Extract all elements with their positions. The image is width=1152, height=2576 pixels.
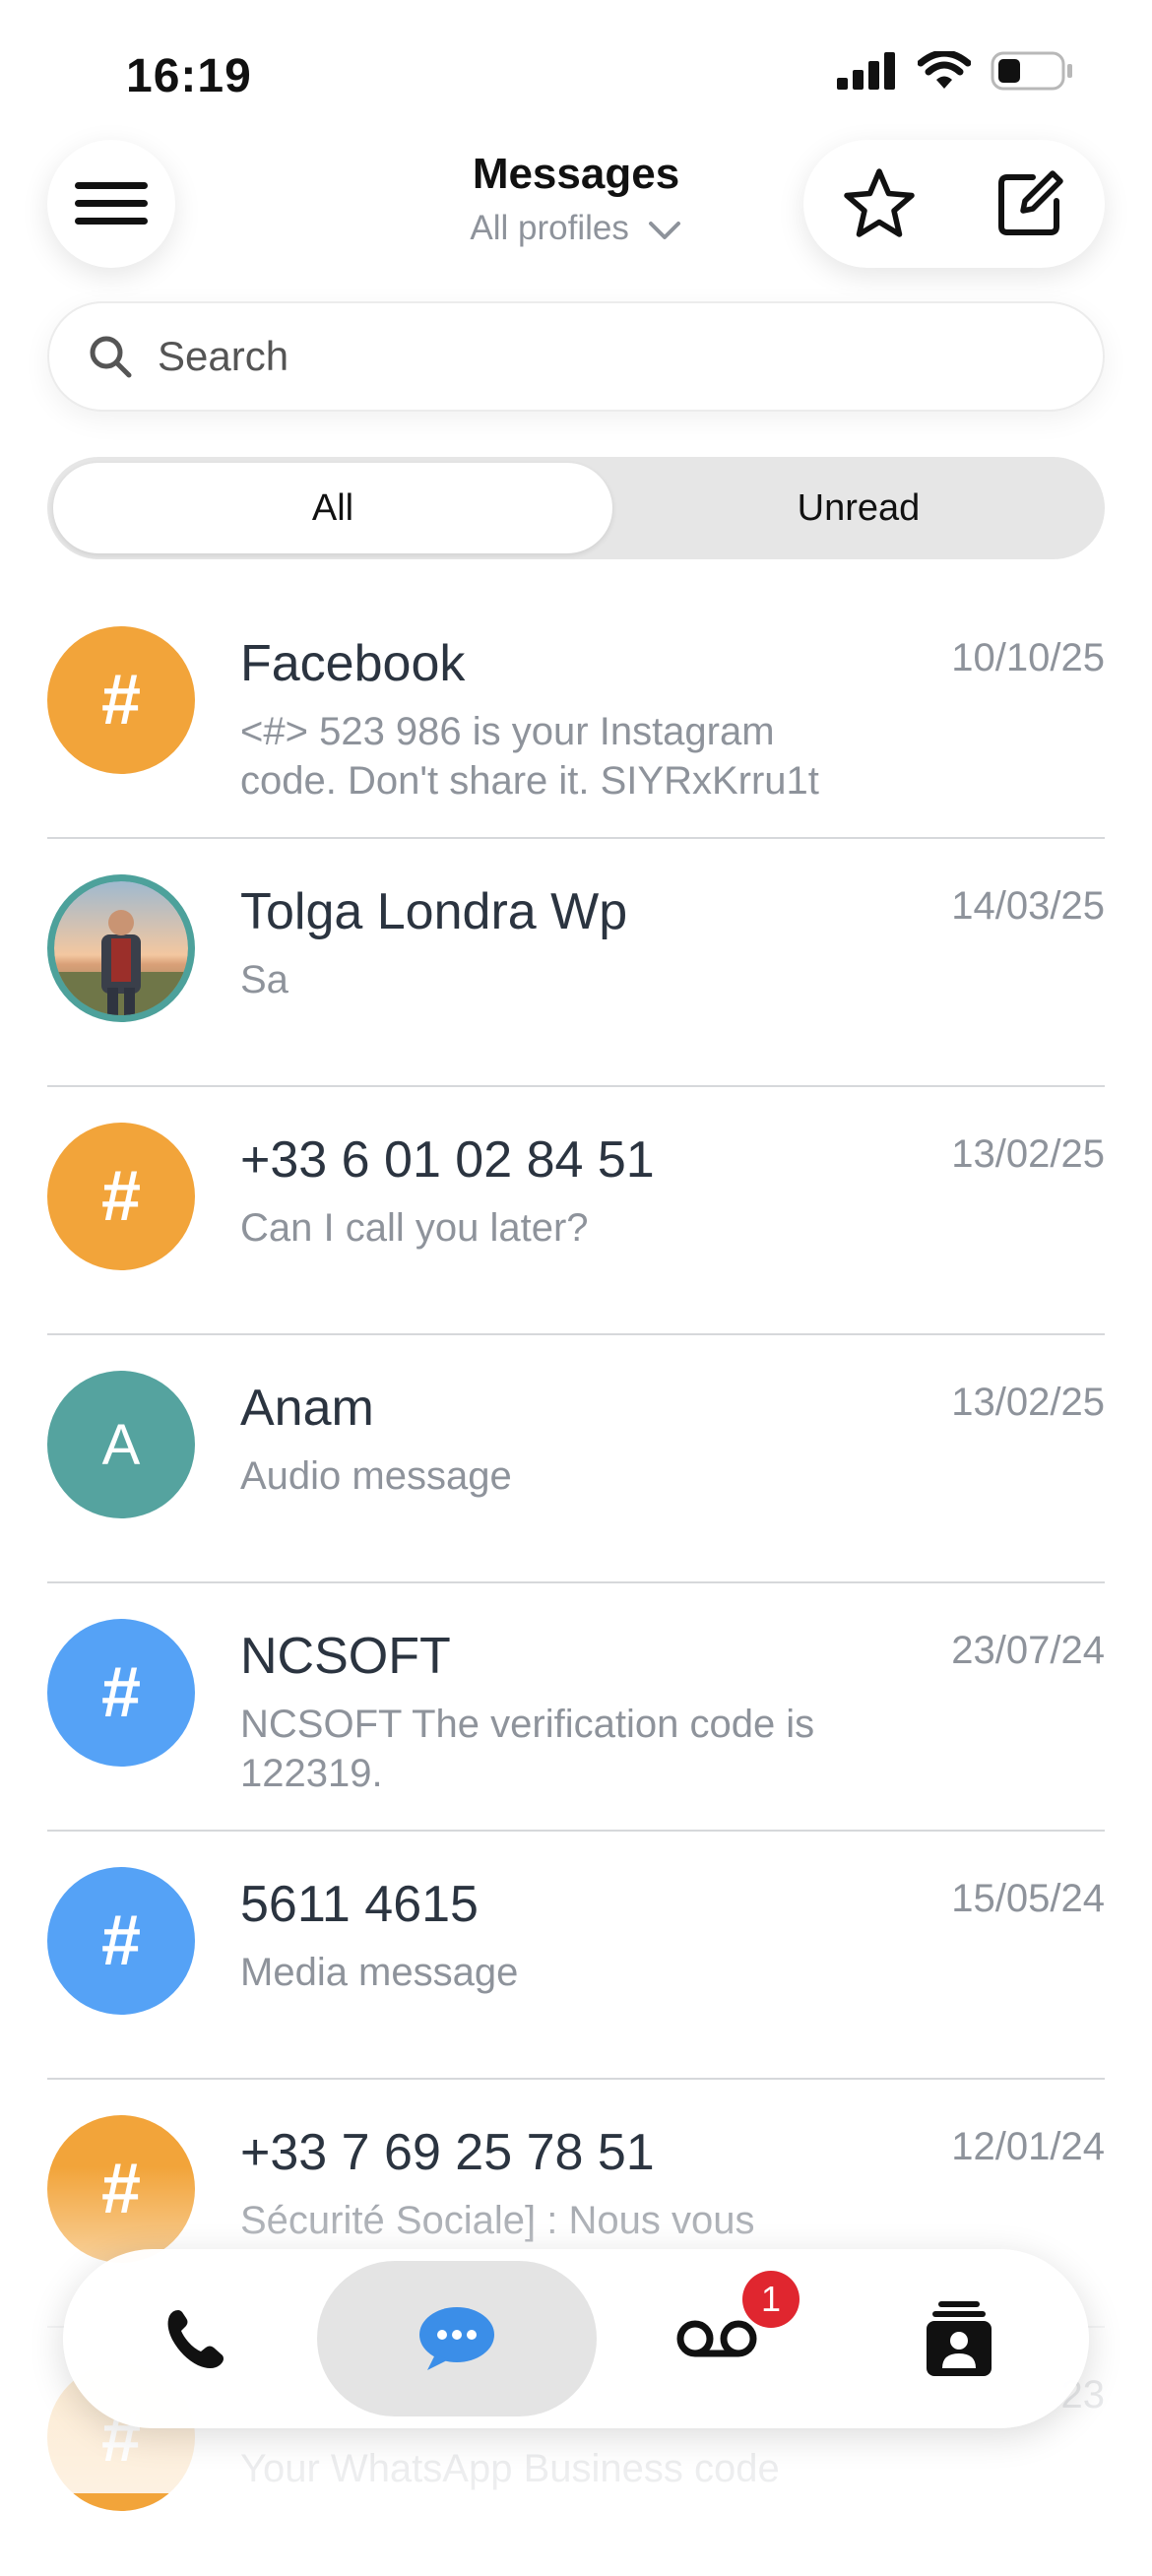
tab-contacts[interactable]	[841, 2261, 1077, 2416]
voicemail-badge: 1	[742, 2271, 800, 2328]
conversation-name: 5611 4615	[240, 1876, 479, 1933]
profile-selector-label: All profiles	[470, 209, 629, 247]
search-placeholder: Search	[158, 333, 289, 379]
contacts-icon	[927, 2301, 992, 2376]
conversation-row[interactable]: Tolga Londra Wp 14/03/25 Sa	[0, 839, 1152, 1087]
conversation-name: +33 6 01 02 84 51	[240, 1131, 655, 1189]
conversation-preview: NCSOFT The verification code is 122319.	[240, 1703, 815, 1795]
conversation-preview: Your WhatsApp Business code	[240, 2447, 780, 2490]
conversation-preview: Can I call you later?	[240, 1206, 589, 1250]
tab-voicemail[interactable]: 1	[595, 2261, 839, 2416]
star-icon[interactable]	[842, 166, 917, 241]
conversation-row[interactable]: # Facebook 10/10/25 <#> 523 986 is your …	[0, 591, 1152, 839]
conversation-row[interactable]: A Anam 13/02/25 Audio message	[0, 1335, 1152, 1583]
search-icon	[90, 336, 132, 378]
tab-messages[interactable]	[317, 2261, 597, 2416]
conversation-row[interactable]: # 5611 4615 15/05/24 Media message	[0, 1832, 1152, 2080]
conversation-date: 13/02/25	[951, 1132, 1105, 1176]
conversation-date: 23/07/24	[951, 1629, 1105, 1672]
avatar-hash: #	[47, 2115, 195, 2263]
conversation-preview: Sa	[240, 958, 288, 1001]
conversation-preview: Sécurité Sociale] : Nous vous	[240, 2199, 755, 2242]
conversation-name: Tolga Londra Wp	[240, 883, 628, 940]
conversation-row[interactable]: # +33 6 01 02 84 51 13/02/25 Can I call …	[0, 1087, 1152, 1335]
tab-all[interactable]: All	[53, 463, 612, 553]
avatar-hash: #	[47, 626, 195, 774]
contact-photo	[54, 881, 188, 1015]
conversation-date: 15/05/24	[951, 1877, 1105, 1920]
search-field[interactable]: Search	[47, 301, 1105, 412]
conversation-preview: Audio message	[240, 1454, 512, 1498]
bottom-tab-bar: 1	[63, 2249, 1089, 2428]
avatar-hash: #	[47, 1867, 195, 2015]
status-icons	[837, 51, 1073, 91]
tab-calls[interactable]	[75, 2261, 319, 2416]
conversation-date: 12/01/24	[951, 2125, 1105, 2168]
avatar-photo	[47, 874, 195, 1022]
conversation-name: NCSOFT	[240, 1628, 451, 1685]
filter-segmented-control: All Unread	[47, 457, 1105, 559]
conversation-preview: <#> 523 986 is your Instagram code. Don'…	[240, 710, 819, 803]
cellular-signal-icon	[837, 52, 895, 90]
wifi-icon	[918, 51, 971, 89]
conversation-name: +33 7 69 25 78 51	[240, 2124, 655, 2181]
chat-bubble-icon	[419, 2307, 494, 2370]
status-time: 16:19	[126, 50, 252, 102]
avatar-hash: #	[47, 1619, 195, 1767]
conversation-date: 13/02/25	[951, 1381, 1105, 1424]
voicemail-icon	[676, 2320, 757, 2357]
conversation-date: 10/10/25	[951, 636, 1105, 679]
avatar-hash: #	[47, 1123, 195, 1270]
conversation-row[interactable]: # NCSOFT 23/07/24 NCSOFT The verificatio…	[0, 1583, 1152, 1832]
conversation-preview: Media message	[240, 1951, 519, 1994]
chevron-down-icon	[648, 221, 680, 239]
conversation-name: Anam	[240, 1380, 374, 1437]
avatar-letter: A	[47, 1371, 195, 1518]
tab-unread[interactable]: Unread	[618, 463, 1099, 553]
conversation-name: Facebook	[240, 635, 466, 692]
header-actions	[803, 140, 1105, 268]
battery-icon	[991, 51, 1072, 91]
conversation-date: 14/03/25	[951, 884, 1105, 928]
phone-icon	[167, 2310, 224, 2368]
compose-icon[interactable]	[993, 167, 1066, 240]
